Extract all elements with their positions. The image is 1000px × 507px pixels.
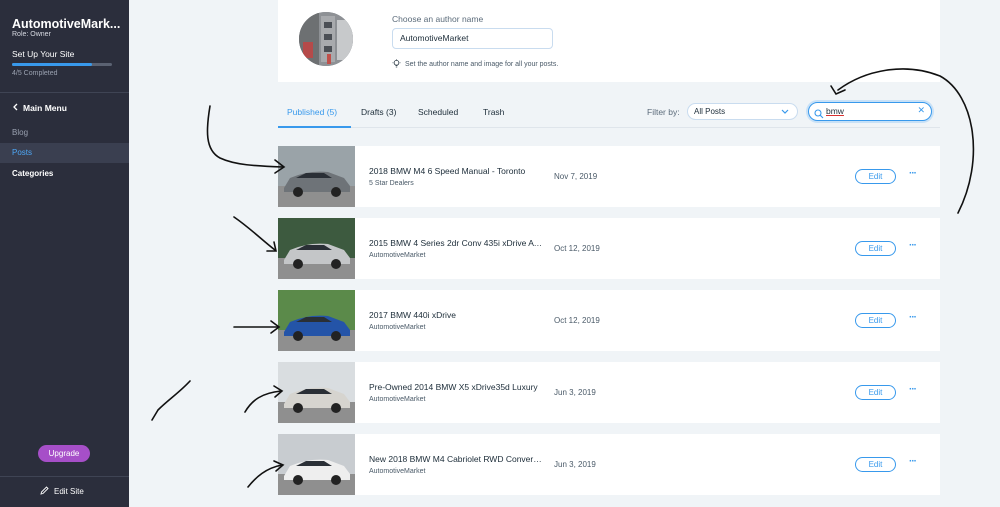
filter-label: Filter by: bbox=[647, 107, 680, 117]
tab-trash[interactable]: Trash bbox=[483, 107, 504, 117]
author-avatar[interactable] bbox=[299, 12, 353, 66]
annotation-arrow-head bbox=[830, 85, 846, 96]
chevron-down-icon bbox=[781, 104, 789, 124]
post-date: Oct 12, 2019 bbox=[554, 316, 600, 325]
post-author: AutomotiveMarket bbox=[369, 396, 426, 403]
search-value: bmw bbox=[826, 106, 844, 116]
main-menu-label: Main Menu bbox=[23, 103, 67, 113]
author-name-input[interactable]: AutomotiveMarket bbox=[392, 28, 553, 49]
post-row[interactable]: 2017 BMW 440i xDrive AutomotiveMarket Oc… bbox=[278, 290, 940, 351]
sidebar-item-categories[interactable]: Categories bbox=[0, 164, 129, 184]
sidebar: AutomotiveMark... Role: Owner Set Up You… bbox=[0, 0, 129, 507]
post-title[interactable]: 2015 BMW 4 Series 2dr Conv 435i xDrive A… bbox=[369, 238, 544, 248]
active-tab-indicator bbox=[278, 126, 351, 128]
edit-post-button[interactable]: Edit bbox=[855, 169, 896, 184]
edit-post-button[interactable]: Edit bbox=[855, 385, 896, 400]
setup-progress-fill bbox=[12, 63, 92, 66]
more-actions-icon[interactable]: ··· bbox=[909, 168, 917, 179]
tabs-divider bbox=[278, 127, 940, 128]
post-date: Oct 12, 2019 bbox=[554, 244, 600, 253]
author-hint-text: Set the author name and image for all yo… bbox=[405, 61, 559, 68]
post-row[interactable]: Pre-Owned 2014 BMW X5 xDrive35d Luxury A… bbox=[278, 362, 940, 423]
more-actions-icon[interactable]: ··· bbox=[909, 384, 917, 395]
sidebar-divider bbox=[0, 92, 129, 93]
post-row[interactable]: 2015 BMW 4 Series 2dr Conv 435i xDrive A… bbox=[278, 218, 940, 279]
pencil-icon bbox=[40, 486, 49, 497]
search-input[interactable]: bmw ✕ bbox=[808, 102, 932, 121]
annotation-checkmark bbox=[151, 380, 191, 421]
sidebar-item-blog[interactable]: Blog bbox=[0, 123, 129, 143]
annotation-arrow bbox=[233, 216, 276, 251]
setup-completed-count: 4/5 Completed bbox=[12, 70, 58, 77]
annotation-arrow bbox=[244, 390, 282, 413]
edit-post-button[interactable]: Edit bbox=[855, 457, 896, 472]
upgrade-button[interactable]: Upgrade bbox=[38, 445, 90, 462]
clear-search-icon[interactable]: ✕ bbox=[917, 105, 925, 116]
edit-post-button[interactable]: Edit bbox=[855, 313, 896, 328]
post-author: AutomotiveMarket bbox=[369, 468, 426, 475]
post-date: Jun 3, 2019 bbox=[554, 388, 596, 397]
search-icon bbox=[814, 106, 824, 124]
author-name-label: Choose an author name bbox=[392, 14, 484, 24]
author-hint: Set the author name and image for all yo… bbox=[392, 59, 558, 70]
annotation-arrow bbox=[206, 105, 284, 168]
sidebar-item-posts[interactable]: Posts bbox=[0, 143, 129, 163]
filter-selected-value: All Posts bbox=[694, 107, 726, 116]
more-actions-icon[interactable]: ··· bbox=[909, 456, 917, 467]
post-thumbnail[interactable] bbox=[278, 218, 355, 279]
post-thumbnail[interactable] bbox=[278, 434, 355, 495]
sidebar-divider-bottom bbox=[0, 476, 129, 477]
post-author: AutomotiveMarket bbox=[369, 252, 426, 259]
edit-site-label: Edit Site bbox=[54, 487, 84, 496]
site-name[interactable]: AutomotiveMark... bbox=[12, 17, 120, 31]
main-menu-back-button[interactable]: Main Menu bbox=[12, 103, 67, 113]
role-label: Role: Owner bbox=[12, 31, 51, 38]
author-card: Choose an author name AutomotiveMarket S… bbox=[278, 0, 940, 82]
annotation-arrow-head bbox=[266, 241, 277, 252]
post-thumbnail[interactable] bbox=[278, 146, 355, 207]
post-author: AutomotiveMarket bbox=[369, 324, 426, 331]
tab-scheduled[interactable]: Scheduled bbox=[418, 107, 458, 117]
post-title[interactable]: Pre-Owned 2014 BMW X5 xDrive35d Luxury bbox=[369, 382, 544, 392]
more-actions-icon[interactable]: ··· bbox=[909, 312, 917, 323]
annotation-arrow bbox=[247, 464, 283, 488]
post-author: 5 Star Dealers bbox=[369, 180, 414, 187]
tab-drafts[interactable]: Drafts (3) bbox=[361, 107, 396, 117]
post-thumbnail[interactable] bbox=[278, 290, 355, 351]
setup-link[interactable]: Set Up Your Site bbox=[12, 49, 74, 59]
post-title[interactable]: 2017 BMW 440i xDrive bbox=[369, 310, 544, 320]
edit-post-button[interactable]: Edit bbox=[855, 241, 896, 256]
more-actions-icon[interactable]: ··· bbox=[909, 240, 917, 251]
chevron-left-icon bbox=[12, 103, 18, 113]
post-title[interactable]: New 2018 BMW M4 Cabriolet RWD Convertibl… bbox=[369, 454, 544, 464]
tab-published[interactable]: Published (5) bbox=[287, 107, 337, 117]
post-row[interactable]: New 2018 BMW M4 Cabriolet RWD Convertibl… bbox=[278, 434, 940, 495]
lightbulb-icon bbox=[392, 59, 401, 70]
post-date: Jun 3, 2019 bbox=[554, 460, 596, 469]
post-date: Nov 7, 2019 bbox=[554, 172, 598, 181]
filter-dropdown[interactable]: All Posts bbox=[687, 103, 798, 120]
setup-progress-bar bbox=[12, 63, 112, 66]
edit-site-button[interactable]: Edit Site bbox=[40, 486, 84, 497]
post-thumbnail[interactable] bbox=[278, 362, 355, 423]
post-row[interactable]: 2018 BMW M4 6 Speed Manual - Toronto 5 S… bbox=[278, 146, 940, 207]
post-title[interactable]: 2018 BMW M4 6 Speed Manual - Toronto bbox=[369, 166, 544, 176]
